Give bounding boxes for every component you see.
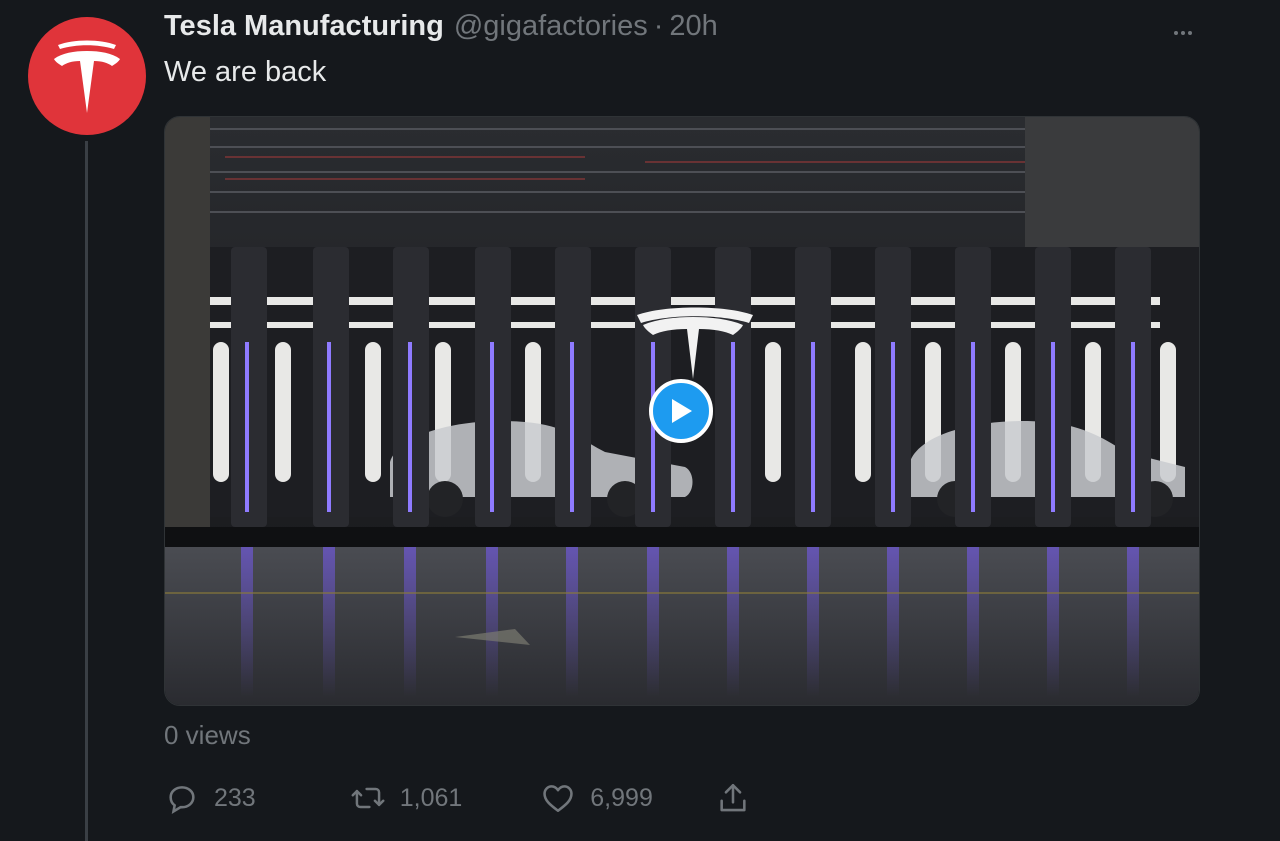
reply-icon: [164, 780, 200, 816]
play-button[interactable]: [649, 379, 713, 443]
share-button[interactable]: [715, 780, 751, 816]
like-button[interactable]: 6,999: [540, 780, 653, 816]
author-handle[interactable]: @gigafactories: [454, 10, 648, 43]
author-name[interactable]: Tesla Manufacturing: [164, 10, 444, 43]
thread-line: [85, 141, 88, 841]
play-icon: [672, 399, 692, 423]
separator-dot: ·: [653, 10, 664, 42]
more-icon[interactable]: [1168, 18, 1198, 48]
heart-icon: [540, 780, 576, 816]
video-player[interactable]: [164, 116, 1200, 706]
tweet-text: We are back: [164, 56, 327, 88]
action-bar: 233 1,061 6,999: [164, 778, 751, 818]
like-count: 6,999: [590, 783, 653, 812]
retweet-count: 1,061: [399, 783, 463, 812]
reply-count: 233: [214, 783, 256, 812]
retweet-button[interactable]: 1,061: [350, 780, 463, 816]
avatar[interactable]: [28, 17, 146, 135]
view-count: 0 views: [164, 720, 251, 750]
share-icon: [715, 780, 751, 816]
retweet-icon: [350, 780, 386, 816]
reply-button[interactable]: 233: [164, 780, 256, 816]
tesla-logo-icon: [54, 40, 120, 113]
timestamp[interactable]: 20h: [669, 10, 717, 43]
tweet-header: Tesla Manufacturing @gigafactories · 20h: [164, 10, 718, 50]
